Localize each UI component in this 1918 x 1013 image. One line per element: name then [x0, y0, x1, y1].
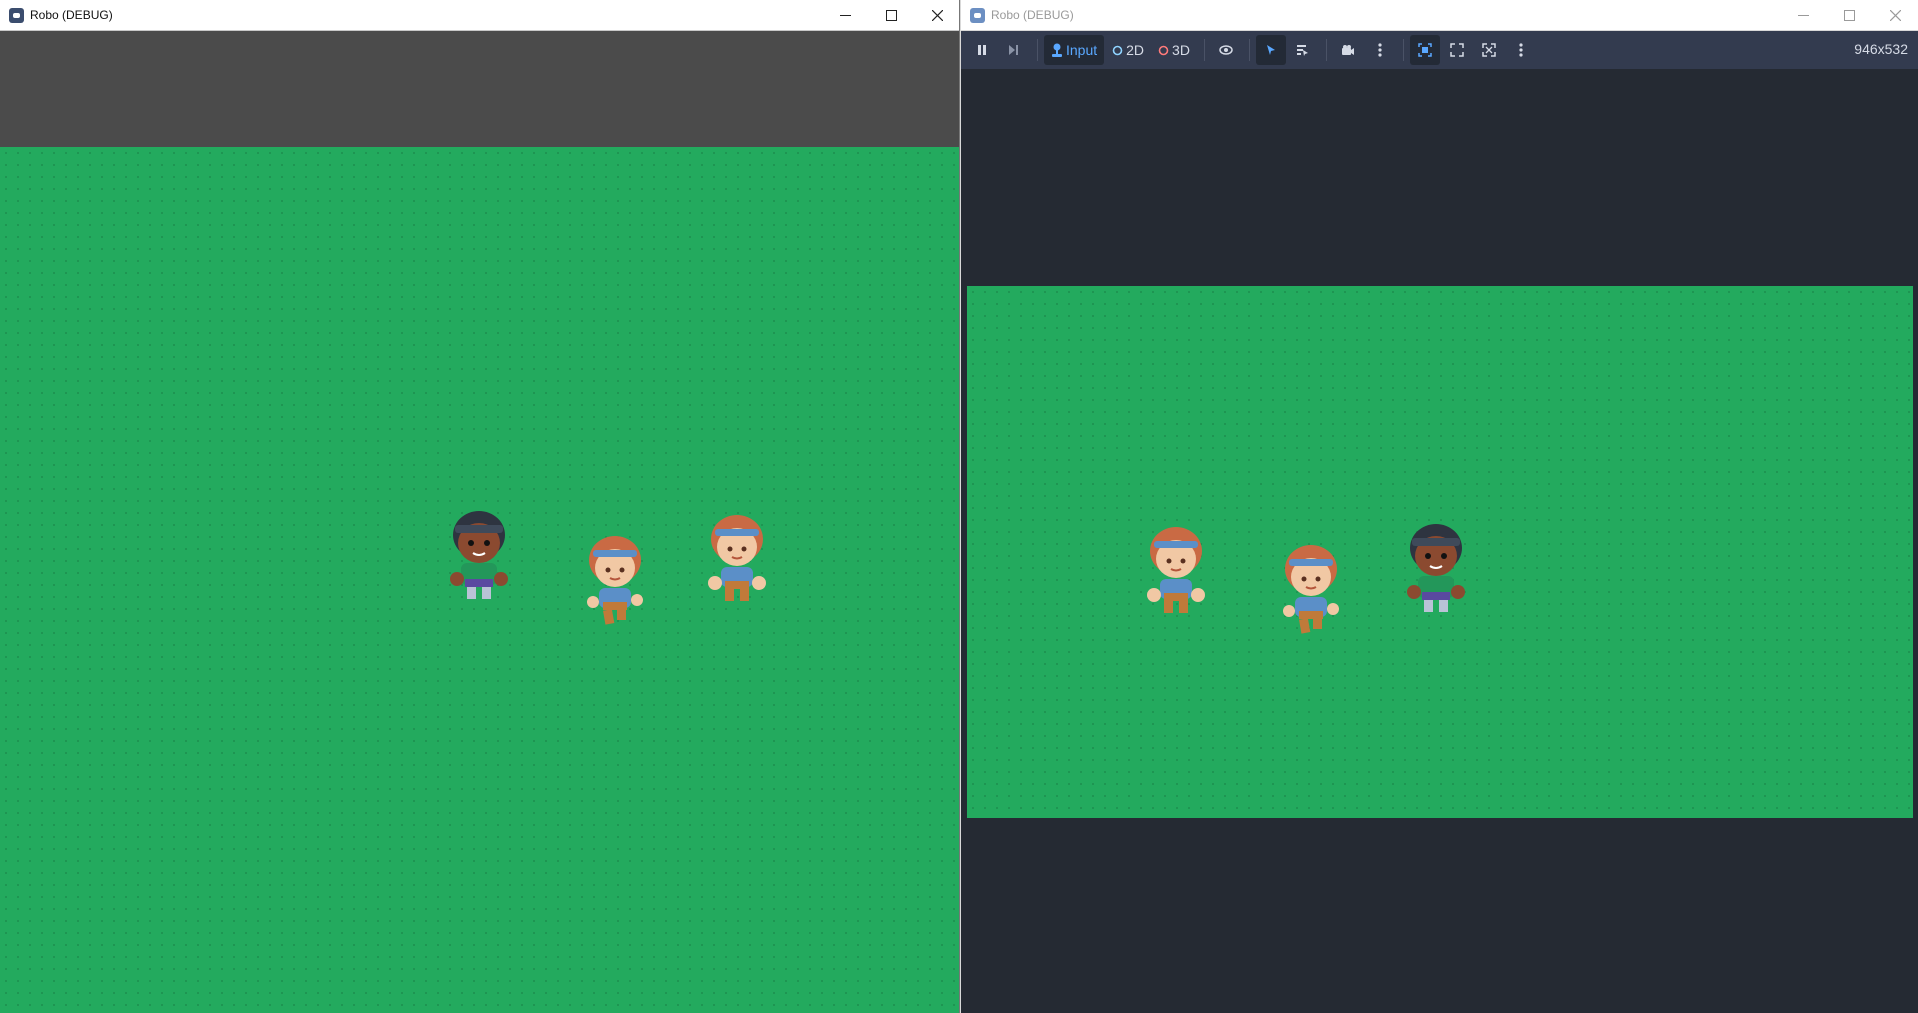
mode-3d-button[interactable]: 3D — [1152, 35, 1196, 65]
visibility-button[interactable] — [1211, 35, 1241, 65]
character-redhead-girl-walking — [1279, 539, 1343, 644]
toolbar-separator — [1203, 39, 1205, 61]
mode-3d-label: 3D — [1172, 42, 1190, 58]
minimize-icon — [839, 15, 851, 16]
character-redhead-boy — [1144, 521, 1208, 626]
game-toolbar: Input 2D 3D — [961, 31, 1918, 69]
next-frame-button[interactable] — [999, 35, 1029, 65]
mode-2d-button[interactable]: 2D — [1106, 35, 1150, 65]
embed-window-icon — [1418, 43, 1432, 57]
window-title: Robo (DEBUG) — [991, 8, 1074, 22]
kebab-menu-icon — [1378, 43, 1382, 57]
window-title: Robo (DEBUG) — [30, 8, 113, 22]
minimize-button[interactable] — [1780, 0, 1826, 31]
joystick-icon — [1052, 43, 1062, 57]
circle-2d-icon — [1112, 45, 1123, 55]
pause-button[interactable] — [967, 35, 997, 65]
game-window-left: Robo (DEBUG) — [0, 0, 960, 1013]
character-dark-haired-girl — [1404, 518, 1468, 623]
maximize-button[interactable] — [1826, 0, 1872, 31]
toolbar-separator — [1402, 39, 1404, 61]
kebab-menu-icon — [1519, 43, 1523, 57]
eye-icon — [1219, 45, 1233, 55]
input-mode-button[interactable]: Input — [1044, 35, 1105, 65]
close-button[interactable] — [1872, 0, 1918, 31]
game-viewport-grass[interactable] — [0, 147, 959, 1013]
close-button[interactable] — [914, 0, 959, 31]
title-bar[interactable]: Robo (DEBUG) — [0, 0, 959, 31]
input-label: Input — [1066, 42, 1098, 58]
toolbar-separator — [1248, 39, 1250, 61]
letterbox-band — [0, 31, 959, 147]
resolution-readout: 946x532 — [1854, 41, 1908, 57]
toolbar-separator — [1325, 39, 1327, 61]
view-options-button[interactable] — [1506, 35, 1536, 65]
character-redhead-boy — [705, 509, 769, 614]
maximize-icon — [885, 10, 897, 21]
next-frame-icon — [1009, 45, 1018, 55]
minimize-button[interactable] — [822, 0, 868, 31]
pause-icon — [978, 45, 986, 55]
camera-icon — [1341, 45, 1354, 55]
character-dark-haired-girl — [447, 505, 511, 610]
minimize-icon — [1797, 15, 1809, 16]
maximize-icon — [1843, 10, 1855, 21]
embedded-game-viewport[interactable] — [967, 286, 1913, 818]
game-window-right: Robo (DEBUG) Input 2D 3D 946x532 — [961, 0, 1918, 1013]
close-icon — [1889, 10, 1901, 21]
godot-app-icon — [9, 7, 24, 23]
stretch-button[interactable] — [1474, 35, 1504, 65]
close-icon — [931, 10, 943, 21]
cursor-arrow-icon — [1266, 45, 1275, 55]
camera-button[interactable] — [1333, 35, 1363, 65]
camera-options-button[interactable] — [1365, 35, 1395, 65]
embed-window-button[interactable] — [1409, 35, 1440, 65]
circle-3d-icon — [1158, 45, 1169, 55]
select-mode-button[interactable] — [1255, 35, 1286, 65]
keep-aspect-button[interactable] — [1442, 35, 1472, 65]
toolbar-separator — [1037, 39, 1038, 61]
godot-app-icon — [970, 7, 985, 23]
expand-icon — [1482, 43, 1496, 57]
list-select-button[interactable] — [1288, 35, 1318, 65]
fullscreen-icon — [1450, 43, 1464, 57]
mode-2d-label: 2D — [1126, 42, 1145, 58]
list-select-icon — [1297, 44, 1309, 56]
character-redhead-girl-walking — [583, 530, 647, 635]
maximize-button[interactable] — [868, 0, 914, 31]
title-bar[interactable]: Robo (DEBUG) — [961, 0, 1918, 31]
